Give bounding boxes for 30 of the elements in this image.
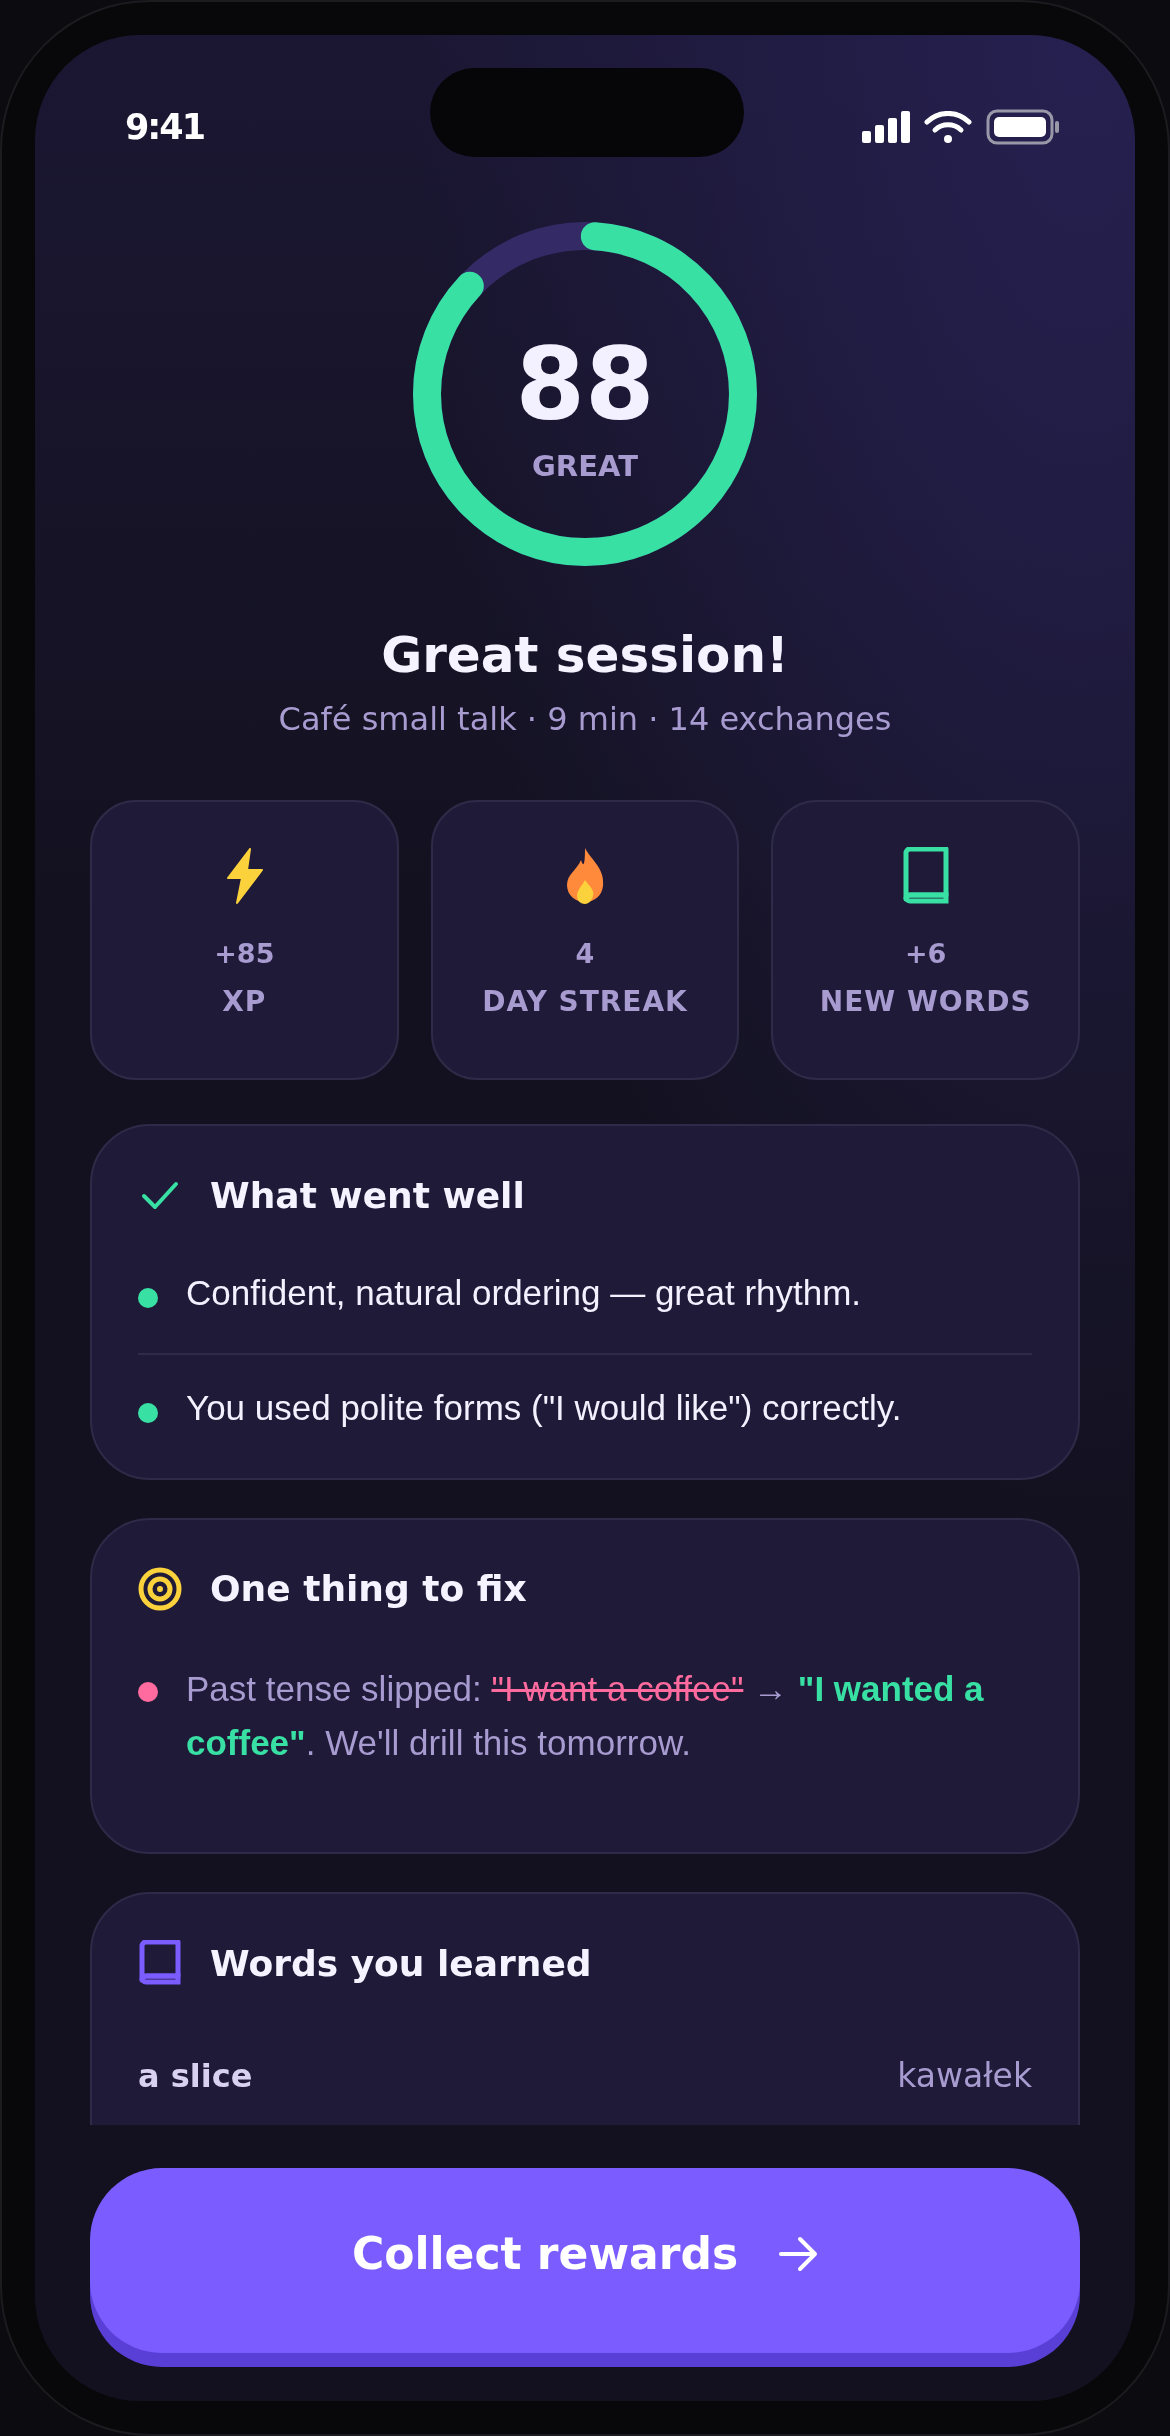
word-term: a slice bbox=[138, 2057, 253, 2095]
section-title: Words you learned bbox=[210, 1942, 592, 1984]
book-icon bbox=[901, 847, 950, 905]
wifi-icon bbox=[924, 111, 972, 143]
stat-value: +6 bbox=[904, 938, 947, 969]
checkmark-icon bbox=[141, 1180, 179, 1210]
stat-label: NEW WORDS bbox=[819, 985, 1032, 1018]
lightning-icon bbox=[224, 848, 265, 904]
battery-icon bbox=[986, 109, 1060, 145]
stat-label: XP bbox=[222, 985, 267, 1018]
bullet-icon bbox=[138, 1402, 158, 1423]
session-subtitle: Café small talk · 9 min · 14 exchanges bbox=[277, 700, 893, 738]
feedback-text: You used polite forms ("I would like") correctly. bbox=[186, 1386, 902, 1429]
score-label: GREAT bbox=[532, 449, 638, 483]
feedback-text: Past tense slipped: "I want a coffee" → "I wanted a coffee". We'll drill this tomorrow. bbox=[186, 1667, 985, 1764]
stat-value: +85 bbox=[214, 938, 275, 969]
session-title: Great session! bbox=[380, 626, 790, 684]
stat-value: 4 bbox=[575, 938, 595, 969]
bullet-icon bbox=[138, 1681, 158, 1702]
target-icon bbox=[138, 1566, 182, 1611]
word-translation: kawałek bbox=[897, 2056, 1032, 2095]
stat-label: DAY STREAK bbox=[482, 985, 688, 1018]
book-icon bbox=[138, 1940, 182, 1986]
section-title: One thing to fix bbox=[210, 1568, 527, 1609]
signal-icon bbox=[862, 111, 910, 143]
section-title: What went well bbox=[210, 1174, 525, 1216]
clock-time: 9:41 bbox=[125, 107, 205, 147]
bullet-icon bbox=[138, 1288, 158, 1308]
feedback-text: Confident, natural ordering — great rhythm. bbox=[186, 1272, 862, 1314]
score-value: 88 bbox=[515, 335, 655, 435]
